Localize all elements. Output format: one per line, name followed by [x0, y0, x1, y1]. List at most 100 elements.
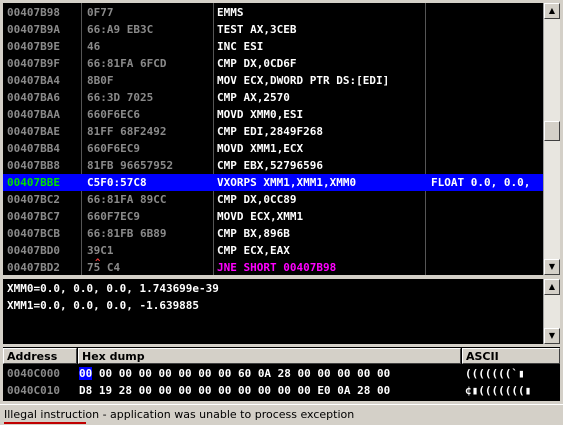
info-pane[interactable]: XMM0=0.0, 0.0, 0.0, 1.743699e-39 XMM1=0.…: [3, 279, 543, 344]
instruction-comment: [431, 123, 543, 140]
instruction-address: 00407BB4: [7, 142, 60, 155]
scroll-up-icon[interactable]: ▲: [544, 3, 560, 19]
instruction-address: 00407BA4: [7, 74, 60, 87]
dump-address: 0040C010: [7, 384, 60, 397]
ascii-column-header[interactable]: ASCII: [462, 348, 560, 364]
disasm-row[interactable]: 00407BD2 75 C4 JNE SHORT 00407B98 ^: [3, 258, 543, 276]
instruction-comment: [431, 106, 543, 123]
xmm0-value: XMM0=0.0, 0.0, 0.0, 1.743699e-39: [7, 282, 219, 295]
instruction-text: VXORPS XMM1,XMM1,XMM0: [217, 176, 357, 189]
instruction-comment: [431, 259, 543, 276]
dump-ascii: ¢▮(((((((▮: [465, 384, 532, 397]
instruction-address: 00407B98: [7, 6, 60, 19]
instruction-text: CMP AX,2570: [217, 91, 290, 104]
disasm-row[interactable]: 00407B9F 66:81FA 6FCD CMP DX,0CD6F: [3, 55, 543, 72]
instruction-text: INC ESI: [217, 40, 264, 53]
instruction-address: 00407BBE: [7, 176, 60, 189]
dump-bytes: 00 00 00 00 00 00 00 00 60 0A 28 00 00 0…: [79, 365, 390, 382]
instruction-text: CMP EDI,2849F268: [217, 125, 323, 138]
disasm-row[interactable]: 00407B9A 66:A9 EB3C TEST AX,3CEB: [3, 21, 543, 38]
instruction-address: 00407BAA: [7, 108, 60, 121]
instruction-hex: 66:81FA 6FCD: [87, 57, 167, 70]
instruction-address: 00407BAE: [7, 125, 60, 138]
scroll-up-icon[interactable]: ▲: [544, 279, 560, 295]
disasm-row[interactable]: 00407B98 0F77 EMMS: [3, 4, 543, 21]
disasm-row[interactable]: 00407BA4 8B0F MOV ECX,DWORD PTR DS:[EDI]: [3, 72, 543, 89]
instruction-hex: 66:A9 EB3C: [87, 23, 154, 36]
dump-header: Address Hex dump ASCII: [3, 347, 560, 365]
instruction-address: 00407BD2: [7, 261, 60, 274]
instruction-text: CMP DX,0CC89: [217, 193, 297, 206]
instruction-comment: [431, 89, 543, 106]
instruction-comment: [431, 191, 543, 208]
dump-bytes: D8 19 28 00 00 00 00 00 00 00 00 00 E0 0…: [79, 382, 390, 399]
instruction-text: EMMS: [217, 6, 244, 19]
instruction-address: 00407B9F: [7, 57, 60, 70]
instruction-comment: [431, 72, 543, 89]
dump-bytes-rest: 19 28 00 00 00 00 00 00 00 00 00 E0 0A 2…: [92, 384, 391, 397]
instruction-address: 00407BA6: [7, 91, 60, 104]
xmm1-value: XMM1=0.0, 0.0, 0.0, -1.639885: [7, 299, 200, 312]
dump-ascii: (((((((`▮: [465, 367, 525, 380]
disasm-row[interactable]: 00407BC7 660F7EC9 MOVD ECX,XMM1: [3, 208, 543, 225]
instruction-text: CMP ECX,EAX: [217, 244, 290, 257]
instruction-comment: [431, 225, 543, 242]
selected-byte[interactable]: 00: [79, 367, 93, 380]
disassembly-scrollbar[interactable]: ▲ ▼: [543, 3, 560, 275]
instruction-comment: [431, 4, 543, 21]
instruction-address: 00407BB8: [7, 159, 60, 172]
instruction-hex: 81FB 96657952: [87, 159, 174, 172]
instruction-hex: 46: [87, 40, 101, 53]
jump-arrow-icon: ^: [95, 258, 101, 268]
instruction-hex: 66:3D 7025: [87, 91, 154, 104]
dump-address: 0040C000: [7, 367, 60, 380]
disasm-row[interactable]: 00407B9E 46 INC ESI: [3, 38, 543, 55]
instruction-hex: 8B0F: [87, 74, 114, 87]
instruction-address: 00407BCB: [7, 227, 60, 240]
hex-dump-pane[interactable]: 0040C000 00 00 00 00 00 00 00 00 60 0A 2…: [3, 365, 560, 401]
disasm-row[interactable]: 00407BD0 39C1 CMP ECX,EAX: [3, 242, 543, 259]
disasm-row[interactable]: 00407BB8 81FB 96657952 CMP EBX,52796596: [3, 157, 543, 174]
disasm-row[interactable]: 00407BAA 660F6EC6 MOVD XMM0,ESI: [3, 106, 543, 123]
dump-first-byte: D8: [79, 384, 93, 397]
instruction-comment: [431, 38, 543, 55]
instruction-comment: [431, 21, 543, 38]
disasm-row[interactable]: 00407BC2 66:81FA 89CC CMP DX,0CC89: [3, 191, 543, 208]
address-column-header[interactable]: Address: [3, 348, 77, 364]
dump-row[interactable]: 0040C010 D8 19 28 00 00 00 00 00 00 00 0…: [3, 382, 560, 399]
instruction-hex: C5F0:57C8: [87, 176, 147, 189]
scroll-down-icon[interactable]: ▼: [544, 259, 560, 275]
disassembly-pane[interactable]: 00407B98 0F77 EMMS 00407B9A 66:A9 EB3C TEST A…: [3, 3, 543, 275]
disasm-row[interactable]: 00407BB4 660F6EC9 MOVD XMM1,ECX: [3, 140, 543, 157]
dump-row[interactable]: 0040C000 00 00 00 00 00 00 00 00 60 0A 2…: [3, 365, 560, 382]
instruction-text: TEST AX,3CEB: [217, 23, 297, 36]
instruction-comment: [431, 242, 543, 259]
disasm-row[interactable]: 00407BBE C5F0:57C8 VXORPS XMM1,XMM1,XMM0 FL…: [3, 174, 543, 191]
instruction-text: MOVD ECX,XMM1: [217, 210, 304, 223]
instruction-address: 00407BC2: [7, 193, 60, 206]
instruction-hex: 66:81FB 6B89: [87, 227, 167, 240]
dump-bytes-rest: 00 00 00 00 00 00 00 60 0A 28 00 00 00 0…: [92, 367, 391, 380]
instruction-hex: 0F77: [87, 6, 114, 19]
hex-dump-column-header[interactable]: Hex dump: [78, 348, 461, 364]
instruction-hex: 66:81FA 89CC: [87, 193, 167, 206]
instruction-comment: [431, 208, 543, 225]
instruction-hex: 660F7EC9: [87, 210, 140, 223]
instruction-address: 00407B9E: [7, 40, 60, 53]
instruction-comment: [431, 140, 543, 157]
scroll-down-icon[interactable]: ▼: [544, 328, 560, 344]
instruction-text: MOVD XMM0,ESI: [217, 108, 304, 121]
disasm-row[interactable]: 00407BA6 66:3D 7025 CMP AX,2570: [3, 89, 543, 106]
instruction-hex: 660F6EC9: [87, 142, 140, 155]
scroll-thumb[interactable]: [544, 121, 560, 141]
instruction-text: MOVD XMM1,ECX: [217, 142, 304, 155]
disasm-row[interactable]: 00407BCB 66:81FB 6B89 CMP BX,896B: [3, 225, 543, 242]
instruction-comment: FLOAT 0.0, 0.0,: [431, 176, 531, 189]
disasm-row[interactable]: 00407BAE 81FF 68F2492 CMP EDI,2849F268: [3, 123, 543, 140]
instruction-text: JNE SHORT 00407B98: [217, 261, 337, 274]
instruction-hex: 39C1: [87, 244, 114, 257]
instruction-hex: 75 C4: [87, 261, 121, 274]
info-scrollbar[interactable]: ▲ ▼: [543, 279, 560, 344]
instruction-text: CMP DX,0CD6F: [217, 57, 297, 70]
instruction-text: MOV ECX,DWORD PTR DS:[EDI]: [217, 74, 390, 87]
